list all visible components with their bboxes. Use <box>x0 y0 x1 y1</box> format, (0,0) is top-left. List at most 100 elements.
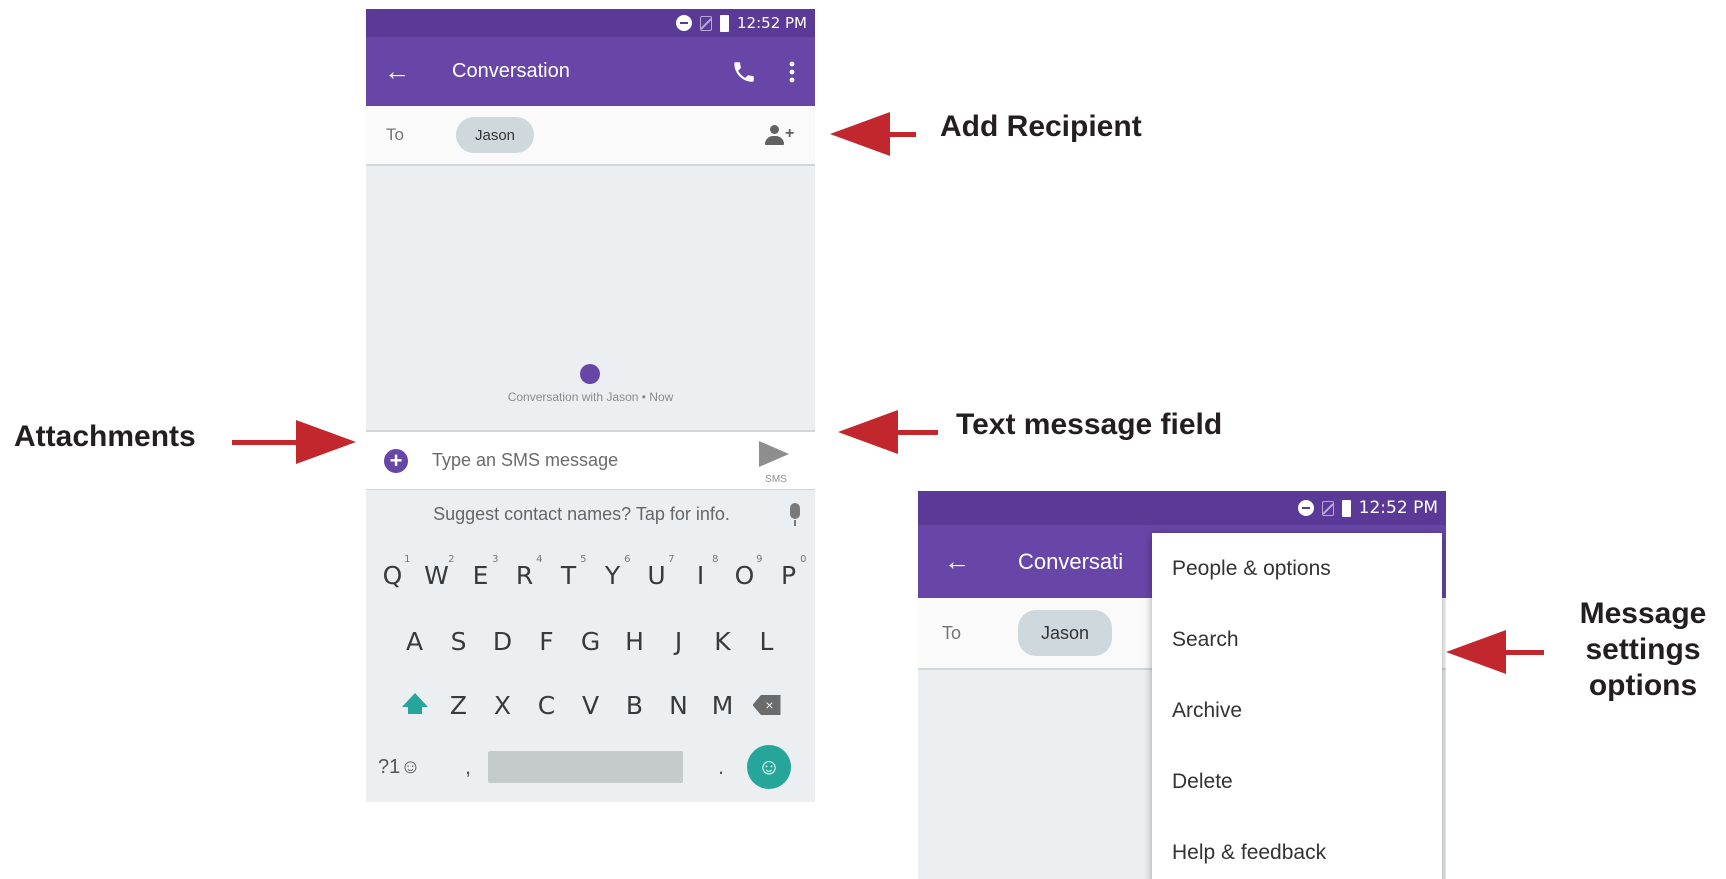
no-sim-icon <box>1321 500 1334 516</box>
key-hint: 3 <box>492 554 499 565</box>
key-hint: 6 <box>624 554 631 565</box>
menu-item-people-options[interactable]: People & options <box>1152 533 1442 604</box>
suggestion-text[interactable]: Suggest contact names? Tap for info. <box>366 504 777 525</box>
key-o[interactable]: O9 <box>723 554 767 590</box>
recipient-bar: To Jason + <box>366 106 815 166</box>
key-n[interactable]: N <box>657 691 701 720</box>
attachments-arrow <box>232 420 356 464</box>
key-e[interactable]: E3 <box>459 554 503 590</box>
conversation-screen: 12:52 PM ← Conversation To Jason + Conve… <box>366 9 815 802</box>
contact-avatar <box>580 364 600 384</box>
text-field-arrow <box>838 410 938 454</box>
keyboard-row-4: ?1☺ , . ☺ <box>366 745 815 789</box>
status-time: 12:52 PM <box>737 14 807 32</box>
toolbar-title: Conversation <box>452 60 570 82</box>
phone-icon[interactable] <box>731 59 757 85</box>
settings-arrow <box>1446 630 1544 674</box>
do-not-disturb-icon <box>676 15 693 31</box>
keyboard-row-1: Q1W2E3R4T5Y6U7I8O9P0 <box>366 554 815 590</box>
recipient-chip[interactable]: Jason <box>456 117 534 153</box>
menu-item-delete[interactable]: Delete <box>1152 746 1442 817</box>
key-q[interactable]: Q1 <box>371 554 415 590</box>
key-v[interactable]: V <box>569 691 613 720</box>
app-toolbar: ← Conversation <box>366 37 815 106</box>
key-g[interactable]: G <box>569 627 613 656</box>
comma-key[interactable]: , <box>448 754 488 780</box>
backspace-icon[interactable]: × <box>745 687 789 723</box>
key-p[interactable]: P0 <box>767 554 811 590</box>
key-h[interactable]: H <box>613 627 657 656</box>
key-l[interactable]: L <box>745 627 789 656</box>
symbols-key[interactable]: ?1☺ <box>378 756 448 779</box>
key-b[interactable]: B <box>613 691 657 720</box>
status-bar: 12:52 PM <box>918 491 1446 525</box>
key-d[interactable]: D <box>481 627 525 656</box>
menu-item-help-feedback[interactable]: Help & feedback <box>1152 817 1442 879</box>
send-button[interactable]: SMS <box>755 437 797 485</box>
period-key[interactable]: . <box>701 754 741 780</box>
message-input[interactable] <box>432 450 755 471</box>
status-time: 12:52 PM <box>1358 498 1438 518</box>
key-r[interactable]: R4 <box>503 554 547 590</box>
arrow-left-icon[interactable]: ← <box>384 56 410 87</box>
key-hint: 7 <box>668 554 675 565</box>
key-y[interactable]: Y6 <box>591 554 635 590</box>
settings-label-line-3: options <box>1588 669 1698 702</box>
toolbar-title: Conversati <box>1018 548 1124 574</box>
add-person-icon[interactable]: + <box>763 124 797 148</box>
menu-item-search[interactable]: Search <box>1152 604 1442 675</box>
arrow-left-icon[interactable]: ← <box>944 546 970 577</box>
settings-label-line-1: Message <box>1579 597 1707 630</box>
key-a[interactable]: A <box>393 627 437 656</box>
conversation-menu-screen: 12:52 PM ← Conversati To Jason People & … <box>918 491 1446 879</box>
compose-bar: + SMS <box>366 430 815 489</box>
more-vert-icon[interactable] <box>787 59 797 85</box>
key-s[interactable]: S <box>437 627 481 656</box>
no-sim-icon <box>700 15 713 31</box>
battery-icon <box>720 14 730 32</box>
key-c[interactable]: C <box>525 691 569 720</box>
add-recipient-label: Add Recipient <box>940 110 1142 143</box>
key-m[interactable]: M <box>701 691 745 720</box>
key-z[interactable]: Z <box>437 691 481 720</box>
keyboard-row-3: ZXCVBNM × <box>366 687 815 723</box>
to-label: To <box>386 125 404 144</box>
recipient-chip[interactable]: Jason <box>1018 610 1112 656</box>
space-key[interactable] <box>488 751 683 783</box>
to-label: To <box>942 622 962 643</box>
suggestion-strip: Suggest contact names? Tap for info. <box>366 489 815 539</box>
battery-icon <box>1341 499 1351 517</box>
overflow-menu: People & options Search Archive Delete Help … <box>1152 533 1442 879</box>
key-w[interactable]: W2 <box>415 554 459 590</box>
menu-item-archive[interactable]: Archive <box>1152 675 1442 746</box>
key-hint: 1 <box>404 554 411 565</box>
key-u[interactable]: U7 <box>635 554 679 590</box>
key-j[interactable]: J <box>657 627 701 656</box>
instruction-figure: 12:52 PM ← Conversation To Jason + Conve… <box>0 0 1726 879</box>
keyboard-row-2: ASDFGHJKL <box>366 627 815 656</box>
key-t[interactable]: T5 <box>547 554 591 590</box>
do-not-disturb-icon <box>1297 500 1314 516</box>
key-i[interactable]: I8 <box>679 554 723 590</box>
attachments-label: Attachments <box>14 420 196 453</box>
status-bar: 12:52 PM <box>366 9 815 37</box>
key-hint: 4 <box>536 554 543 565</box>
key-f[interactable]: F <box>525 627 569 656</box>
key-x[interactable]: X <box>481 691 525 720</box>
text-field-label: Text message field <box>956 408 1223 441</box>
key-hint: 9 <box>756 554 763 565</box>
shift-key[interactable] <box>393 687 437 723</box>
key-hint: 5 <box>580 554 587 565</box>
key-k[interactable]: K <box>701 627 745 656</box>
key-hint: 2 <box>448 554 455 565</box>
conversation-status: Conversation with Jason • Now <box>507 390 674 404</box>
plus-circle-icon[interactable]: + <box>384 448 408 473</box>
key-hint: 0 <box>800 554 807 565</box>
conversation-area: Conversation with Jason • Now <box>366 168 815 428</box>
settings-label-line-2: settings <box>1585 633 1701 666</box>
emoji-icon[interactable]: ☺ <box>747 745 791 789</box>
key-hint: 8 <box>712 554 719 565</box>
add-recipient-arrow <box>830 112 916 156</box>
keyboard: Q1W2E3R4T5Y6U7I8O9P0 ASDFGHJKL ZXCVBNM ×… <box>366 539 815 802</box>
mic-icon[interactable] <box>777 499 815 531</box>
